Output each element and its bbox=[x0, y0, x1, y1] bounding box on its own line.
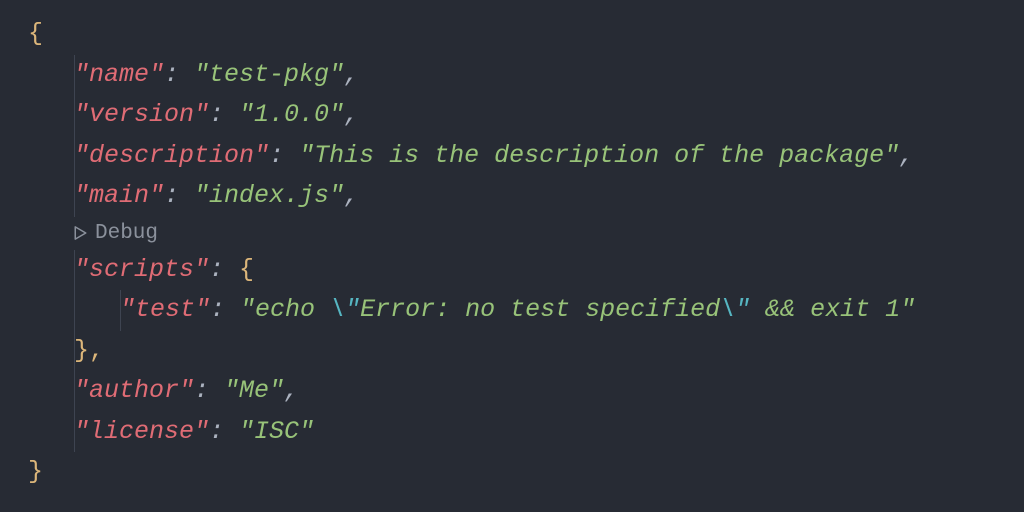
property-line-name: "name": "test-pkg", bbox=[28, 55, 996, 96]
json-key: "version" bbox=[74, 100, 209, 129]
json-key: "test" bbox=[120, 295, 210, 324]
json-key: "scripts" bbox=[74, 255, 209, 284]
comma: , bbox=[344, 181, 359, 210]
code-editor[interactable]: { "name": "test-pkg", "version": "1.0.0"… bbox=[28, 14, 996, 493]
property-line-main: "main": "index.js", bbox=[28, 176, 996, 217]
brace-open-line: { bbox=[28, 14, 996, 55]
colon: : bbox=[209, 417, 239, 446]
property-line-description: "description": "This is the description … bbox=[28, 136, 996, 177]
colon: : bbox=[164, 181, 194, 210]
brace-close: } bbox=[28, 457, 43, 486]
colon: : bbox=[194, 376, 224, 405]
comma: , bbox=[899, 141, 914, 170]
comma: , bbox=[284, 376, 299, 405]
inner-brace-close: }, bbox=[74, 336, 104, 365]
json-key: "author" bbox=[74, 376, 194, 405]
colon: : bbox=[164, 60, 194, 89]
escape-char: \" bbox=[330, 295, 360, 324]
json-key: "description" bbox=[74, 141, 269, 170]
debug-codelens[interactable]: Debug bbox=[28, 219, 996, 248]
json-value-part: exit 1" bbox=[810, 295, 915, 324]
property-line-scripts: "scripts": { bbox=[28, 250, 996, 291]
inner-brace-close-line: }, bbox=[28, 331, 996, 372]
inner-brace-open: { bbox=[239, 255, 254, 284]
json-key: "name" bbox=[74, 60, 164, 89]
colon: : bbox=[269, 141, 299, 170]
escape-char: \" bbox=[720, 295, 750, 324]
json-value: "1.0.0" bbox=[239, 100, 344, 129]
json-value-part: Error: no test specified bbox=[360, 295, 720, 324]
play-icon bbox=[74, 226, 87, 240]
json-value: "Me" bbox=[224, 376, 284, 405]
colon: : bbox=[209, 255, 239, 284]
json-key: "main" bbox=[74, 181, 164, 210]
property-line-version: "version": "1.0.0", bbox=[28, 95, 996, 136]
json-value: "ISC" bbox=[239, 417, 314, 446]
debug-label: Debug bbox=[95, 219, 158, 248]
json-key: "license" bbox=[74, 417, 209, 446]
json-value: "test-pkg" bbox=[194, 60, 344, 89]
colon: : bbox=[210, 295, 240, 324]
property-line-test: "test": "echo \"Error: no test specified… bbox=[28, 290, 996, 331]
json-value-part: && bbox=[750, 295, 810, 324]
comma: , bbox=[344, 60, 359, 89]
brace-close-line: } bbox=[28, 452, 996, 493]
property-line-license: "license": "ISC" bbox=[28, 412, 996, 453]
property-line-author: "author": "Me", bbox=[28, 371, 996, 412]
json-value: "index.js" bbox=[194, 181, 344, 210]
colon: : bbox=[209, 100, 239, 129]
json-value: "This is the description of the package" bbox=[299, 141, 899, 170]
comma: , bbox=[344, 100, 359, 129]
json-value-part: "echo bbox=[240, 295, 330, 324]
brace-open: { bbox=[28, 19, 43, 48]
